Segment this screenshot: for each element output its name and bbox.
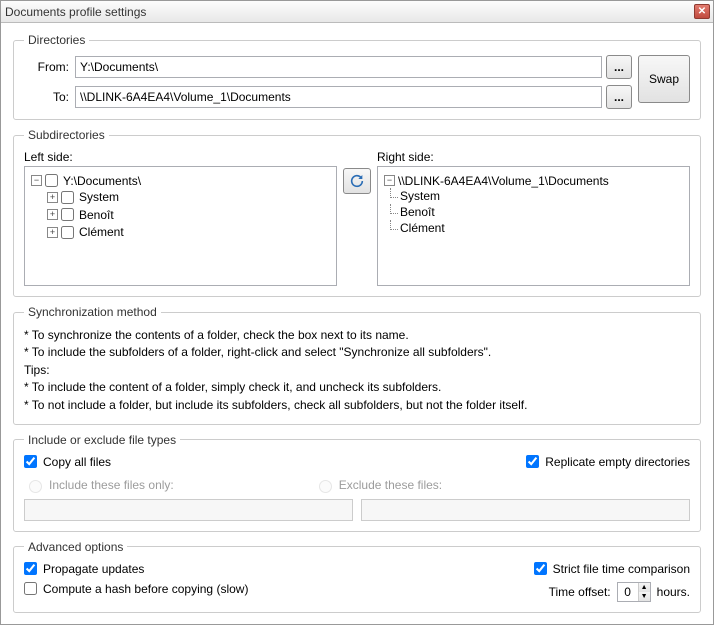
left-child-checkbox[interactable] [61,208,74,221]
sync-method-legend: Synchronization method [24,305,161,319]
left-root-label: Y:\Documents\ [63,174,141,188]
copy-all-files-label: Copy all files [43,455,111,469]
propagate-updates-checkbox[interactable] [24,562,37,575]
propagate-updates-label: Propagate updates [43,562,144,576]
time-offset-label: Time offset: [549,585,611,599]
exclude-these-radio [319,480,332,493]
left-side-label: Left side: [24,150,337,164]
replicate-empty-checkbox[interactable] [526,455,539,468]
include-files-input [24,499,353,521]
sync-method-group: Synchronization method * To synchronize … [13,305,701,425]
spinner-down-icon[interactable]: ▼ [639,592,650,601]
sync-line: * To not include a folder, but include i… [24,397,690,414]
exclude-these-option: Exclude these files: [314,477,690,493]
dialog-window: Documents profile settings ✕ Directories… [0,0,714,625]
time-offset-row: Time offset: ▲ ▼ hours. [549,582,690,602]
plus-icon[interactable]: + [47,209,58,220]
sync-line: * To include the content of a folder, si… [24,379,690,396]
right-child-label: System [400,189,440,203]
sync-method-text: * To synchronize the contents of a folde… [24,327,690,414]
include-only-radio [29,480,42,493]
strict-time-option[interactable]: Strict file time comparison [534,562,690,576]
propagate-updates-option[interactable]: Propagate updates [24,562,248,576]
filetypes-legend: Include or exclude file types [24,433,180,447]
filetypes-group: Include or exclude file types Copy all f… [13,433,701,532]
refresh-icon [349,173,365,189]
spinner-up-icon[interactable]: ▲ [639,583,650,592]
sync-line: * To synchronize the contents of a folde… [24,327,690,344]
from-label: From: [24,60,69,74]
left-root-checkbox[interactable] [45,174,58,187]
directories-group: Directories From: ... To: ... Swap [13,33,701,120]
replicate-empty-option[interactable]: Replicate empty directories [526,455,690,469]
dialog-footer: Save Cancel [13,621,701,624]
browse-from-button[interactable]: ... [606,55,632,79]
left-child-checkbox[interactable] [61,226,74,239]
minus-icon[interactable]: − [384,175,395,186]
right-child-label: Clément [400,221,445,235]
swap-button[interactable]: Swap [638,55,690,103]
advanced-group: Advanced options Propagate updates Compu… [13,540,701,613]
plus-icon[interactable]: + [47,227,58,238]
exclude-files-input [361,499,690,521]
left-tree[interactable]: − Y:\Documents\ + System [24,166,337,286]
sync-line: Tips: [24,362,690,379]
time-offset-input[interactable] [618,583,638,601]
strict-time-checkbox[interactable] [534,562,547,575]
advanced-legend: Advanced options [24,540,127,554]
directories-legend: Directories [24,33,89,47]
time-offset-spinner[interactable]: ▲ ▼ [617,582,651,602]
right-side-label: Right side: [377,150,690,164]
left-child-label: Clément [79,225,124,239]
close-button[interactable]: ✕ [694,4,710,19]
titlebar: Documents profile settings ✕ [1,1,713,23]
plus-icon[interactable]: + [47,192,58,203]
copy-all-files-checkbox[interactable] [24,455,37,468]
right-child-label: Benoît [400,205,435,219]
to-path-input[interactable] [75,86,602,108]
strict-time-label: Strict file time comparison [553,562,690,576]
browse-to-button[interactable]: ... [606,85,632,109]
left-child-checkbox[interactable] [61,191,74,204]
copy-all-files-option[interactable]: Copy all files [24,455,111,469]
refresh-button[interactable] [343,168,371,194]
close-icon: ✕ [698,7,706,17]
left-child-label: Benoît [79,208,114,222]
include-only-label: Include these files only: [49,478,174,492]
minus-icon[interactable]: − [31,175,42,186]
compute-hash-option[interactable]: Compute a hash before copying (slow) [24,582,248,596]
window-title: Documents profile settings [5,5,146,19]
right-root-label: \\DLINK-6A4EA4\Volume_1\Documents [398,174,609,188]
compute-hash-checkbox[interactable] [24,582,37,595]
subdirectories-legend: Subdirectories [24,128,109,142]
exclude-these-label: Exclude these files: [339,478,442,492]
compute-hash-label: Compute a hash before copying (slow) [43,582,248,596]
subdirectories-group: Subdirectories Left side: − Y:\Documents… [13,128,701,297]
left-child-label: System [79,190,119,204]
include-only-option: Include these files only: [24,477,174,493]
replicate-empty-label: Replicate empty directories [545,455,690,469]
sync-line: * To include the subfolders of a folder,… [24,344,690,361]
right-tree[interactable]: − \\DLINK-6A4EA4\Volume_1\Documents Syst… [377,166,690,286]
hours-label: hours. [657,585,690,599]
to-label: To: [24,90,69,104]
from-path-input[interactable] [75,56,602,78]
